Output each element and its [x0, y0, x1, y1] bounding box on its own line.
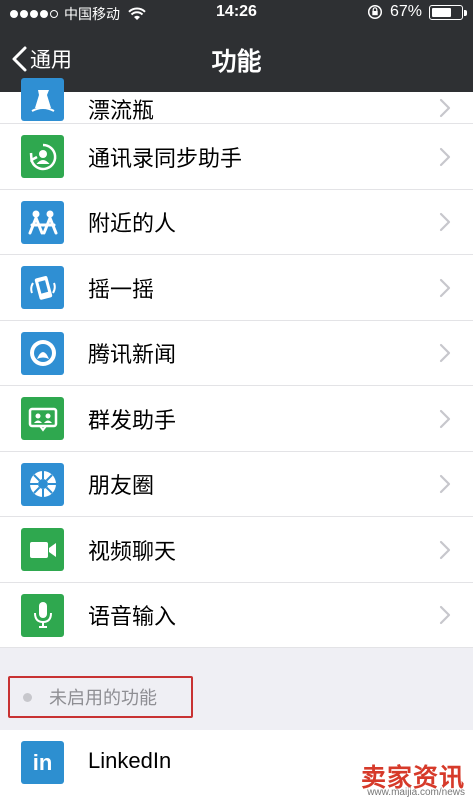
people-nearby-icon	[21, 200, 64, 244]
broadcast-assistant-icon	[21, 397, 64, 441]
feature-label: 朋友圈	[88, 474, 155, 500]
feature-label: LinkedIn	[88, 748, 172, 773]
voice-input-icon	[21, 593, 64, 637]
disabled-features-header: 未启用的功能	[0, 660, 473, 730]
page-title: 功能	[211, 47, 262, 76]
feature-row-voice-input[interactable]: 语音输入	[0, 583, 473, 649]
shake-icon	[21, 266, 64, 310]
feature-row-shake[interactable]: 摇一摇	[0, 255, 473, 321]
feature-label: 通讯录同步助手	[88, 146, 243, 172]
bullet-dot-icon	[23, 692, 32, 702]
top-bar: 中国移动 14:26 67% 通用 功能	[0, 0, 473, 92]
battery-percent: 67%	[389, 3, 422, 20]
feature-row-video-chat[interactable]: 视频聊天	[0, 517, 473, 583]
section-title: 未启用的功能	[49, 688, 157, 709]
moments-icon	[21, 462, 64, 506]
feature-row-moments[interactable]: 朋友圈	[0, 452, 473, 518]
feature-label: 视频聊天	[88, 539, 177, 565]
feature-label: 附近的人	[88, 212, 177, 238]
feature-row-tencent-news[interactable]: 腾讯新闻	[0, 321, 473, 387]
chevron-right-icon	[439, 147, 451, 166]
chevron-right-icon	[439, 475, 451, 494]
drift-bottle-icon	[21, 78, 64, 121]
feature-label: 群发助手	[88, 408, 177, 434]
chevron-right-icon	[439, 409, 451, 428]
watermark: 卖家资讯 www.maijia.com/news	[334, 756, 469, 800]
feature-row-contacts-sync[interactable]: 通讯录同步助手	[0, 124, 473, 190]
chevron-right-icon	[439, 344, 451, 363]
chevron-right-icon	[439, 278, 451, 297]
feature-label: 腾讯新闻	[88, 343, 177, 369]
chevron-right-icon	[439, 606, 451, 625]
tencent-news-icon	[21, 331, 64, 375]
nav-bar: 通用 功能	[0, 26, 473, 92]
feature-list: 漂流瓶 通讯录同步助手 附近的人 摇一摇 腾讯新闻 群发助手 朋友圈 视频聊天 …	[0, 78, 473, 649]
feature-row-people-nearby[interactable]: 附近的人	[0, 190, 473, 256]
feature-label: 摇一摇	[88, 277, 155, 303]
video-chat-icon	[21, 528, 64, 572]
chevron-right-icon	[439, 540, 451, 559]
feature-row-broadcast-assistant[interactable]: 群发助手	[0, 386, 473, 452]
chevron-right-icon	[439, 98, 451, 118]
feature-label: 语音输入	[88, 605, 177, 631]
chevron-right-icon	[439, 213, 451, 232]
watermark-url: www.maijia.com/news	[367, 787, 465, 798]
feature-label: 漂流瓶	[88, 99, 155, 124]
feature-row-drift-bottle[interactable]: 漂流瓶	[0, 78, 473, 124]
highlight-box: 未启用的功能	[8, 676, 193, 718]
contacts-sync-icon	[21, 135, 64, 179]
status-bar: 中国移动 14:26 67%	[0, 0, 473, 26]
linkedin-icon: in	[21, 741, 64, 784]
battery-icon	[429, 4, 467, 20]
rotation-lock-icon	[367, 4, 383, 20]
